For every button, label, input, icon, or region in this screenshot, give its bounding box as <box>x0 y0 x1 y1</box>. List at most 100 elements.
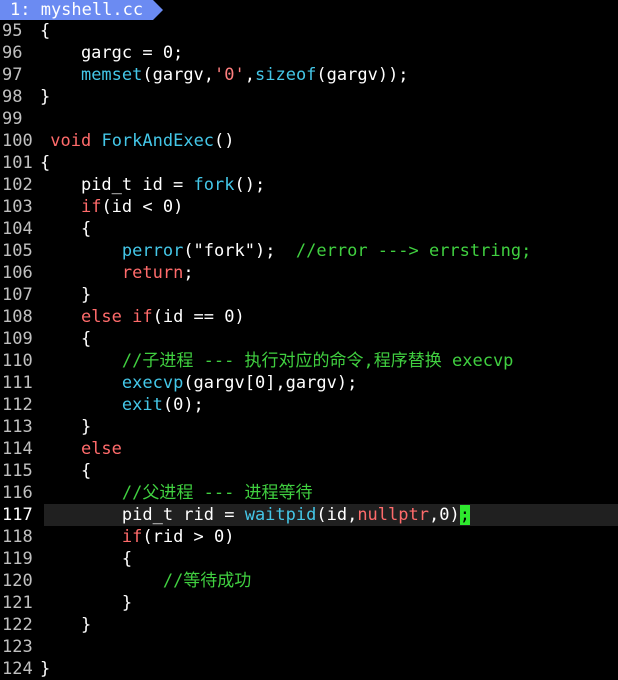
code-line[interactable]: 96 gargc = 0; <box>0 42 618 64</box>
line-number: 115 <box>2 461 33 481</box>
line-number: 116 <box>2 483 33 503</box>
code-token: waitpid <box>244 505 317 525</box>
code-token: //error ---> errstring; <box>295 241 532 261</box>
line-number: 111 <box>2 373 33 393</box>
code-line[interactable]: 108 else if(id == 0) <box>0 306 618 328</box>
line-number: 98 <box>2 87 23 107</box>
code-text: memset(gargv,'0',sizeof(gargv)); <box>40 65 409 85</box>
code-token: { <box>40 461 92 481</box>
code-line[interactable]: 113 } <box>0 416 618 438</box>
line-number: 117 <box>2 505 33 525</box>
code-line[interactable]: 120 //等待成功 <box>0 570 618 592</box>
code-text: execvp(gargv[0],gargv); <box>40 373 357 393</box>
code-line[interactable]: 105 perror("fork"); //error ---> errstri… <box>0 240 618 262</box>
code-line[interactable]: 122 } <box>0 614 618 636</box>
line-number: 123 <box>2 637 33 657</box>
code-line[interactable]: 118 if(rid > 0) <box>0 526 618 548</box>
code-text: return; <box>40 263 194 283</box>
code-token: (id == 0) <box>152 307 245 327</box>
code-line[interactable]: 123 <box>0 636 618 658</box>
code-line[interactable]: 115 { <box>0 460 618 482</box>
code-token: void <box>50 131 92 151</box>
code-line[interactable]: 112 exit(0); <box>0 394 618 416</box>
line-number: 96 <box>2 43 23 63</box>
code-line[interactable]: 103 if(id < 0) <box>0 196 618 218</box>
line-number: 108 <box>2 307 33 327</box>
code-text: //子进程 --- 执行对应的命令,程序替换 execvp <box>40 351 514 371</box>
code-line[interactable]: 119 { <box>0 548 618 570</box>
code-text: else if(id == 0) <box>40 307 245 327</box>
line-number: 104 <box>2 219 33 239</box>
line-number: 99 <box>2 109 23 129</box>
line-number: 105 <box>2 241 33 261</box>
line-number: 97 <box>2 65 23 85</box>
code-token: ("fork"); <box>183 241 296 261</box>
code-token: memset <box>80 65 143 85</box>
code-line[interactable]: 99 <box>0 108 618 130</box>
code-line[interactable]: 114 else <box>0 438 618 460</box>
code-token: (gargv, <box>142 65 215 85</box>
code-token: } <box>40 285 92 305</box>
code-text: { <box>40 153 50 173</box>
code-token: exit <box>121 395 163 415</box>
code-line-current[interactable]: 117 pid_t rid = waitpid(id,nullptr,0); <box>0 504 618 526</box>
code-token: //等待成功 <box>162 571 252 591</box>
code-token: '0' <box>214 65 245 85</box>
code-token: ,0) <box>428 505 460 525</box>
code-token: { <box>40 219 92 239</box>
code-line[interactable]: 101 { <box>0 152 618 174</box>
code-token: } <box>40 593 133 613</box>
code-line[interactable]: 97 memset(gargv,'0',sizeof(gargv)); <box>0 64 618 86</box>
line-number: 101 <box>2 153 33 173</box>
tabline: 1: myshell.cc <box>0 0 618 20</box>
code-token: if <box>121 527 143 547</box>
code-token: (id, <box>316 505 358 525</box>
code-line[interactable]: 116 //父进程 --- 进程等待 <box>0 482 618 504</box>
code-token: return <box>121 263 184 283</box>
line-number: 106 <box>2 263 33 283</box>
code-line[interactable]: 124} <box>0 658 618 680</box>
code-line[interactable]: 106 return; <box>0 262 618 284</box>
code-line[interactable]: 110 //子进程 --- 执行对应的命令,程序替换 execvp <box>0 350 618 372</box>
code-line[interactable]: 109 { <box>0 328 618 350</box>
code-token: } <box>40 659 51 679</box>
code-token: () <box>214 131 235 151</box>
code-token: { <box>40 153 51 173</box>
code-line[interactable]: 100 void ForkAndExec() <box>0 130 618 152</box>
line-number: 124 <box>2 659 33 679</box>
code-text: perror("fork"); //error ---> errstring; <box>40 241 531 261</box>
code-token: (id < 0) <box>101 197 184 217</box>
code-text: //等待成功 <box>40 571 251 591</box>
code-editor[interactable]: 95{96 gargc = 0; 97 memset(gargv,'0',size… <box>0 20 618 680</box>
line-number: 119 <box>2 549 33 569</box>
code-line[interactable]: 121 } <box>0 592 618 614</box>
code-token: pid_t rid = <box>40 505 245 525</box>
code-token: pid_t id = <box>40 175 194 195</box>
code-line[interactable]: 98} <box>0 86 618 108</box>
code-text: pid_t rid = waitpid(id,nullptr,0); <box>40 505 470 525</box>
code-token: } <box>40 615 92 635</box>
code-text: gargc = 0; <box>40 43 183 63</box>
code-text: } <box>40 615 91 635</box>
code-line[interactable]: 102 pid_t id = fork(); <box>0 174 618 196</box>
line-number: 118 <box>2 527 33 547</box>
code-line[interactable]: 111 execvp(gargv[0],gargv); <box>0 372 618 394</box>
code-line[interactable]: 95 { <box>0 20 618 42</box>
code-token: perror <box>121 241 184 261</box>
code-line[interactable]: 104 { <box>0 218 618 240</box>
code-token: } <box>40 417 92 437</box>
code-text: } <box>40 285 91 305</box>
code-text: { <box>40 549 132 569</box>
tab-arrow-icon <box>153 0 163 20</box>
code-text: } <box>40 417 91 437</box>
code-text: } <box>40 87 50 107</box>
code-text: } <box>40 659 50 679</box>
code-line[interactable]: 107 } <box>0 284 618 306</box>
line-number: 110 <box>2 351 33 371</box>
file-tab[interactable]: 1: myshell.cc <box>0 0 154 20</box>
